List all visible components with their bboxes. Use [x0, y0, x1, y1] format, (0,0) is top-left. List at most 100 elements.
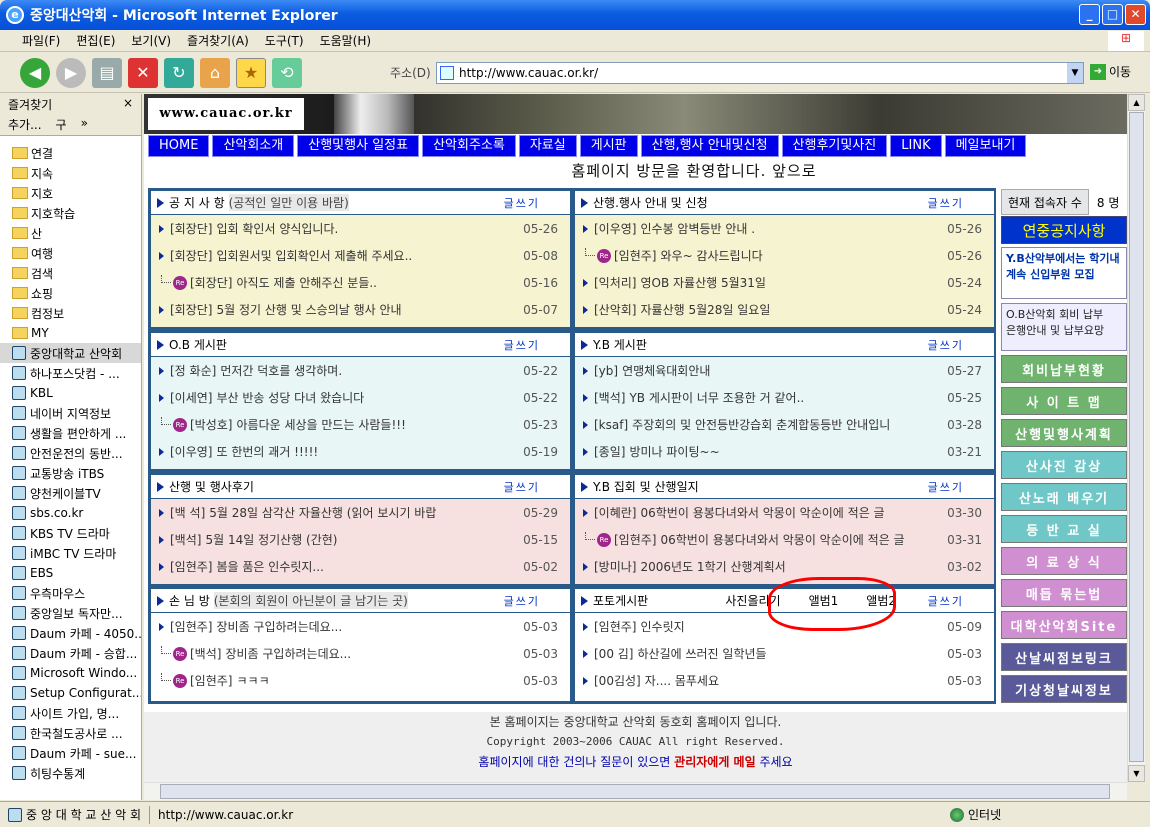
favorites-item[interactable]: 중앙일보 독자만... [0, 603, 141, 623]
row-title[interactable]: 봄을 품은 인수릿지... [216, 558, 323, 575]
board-row[interactable]: [종일] 방미나 파이팅~~ 03-21 [575, 438, 994, 465]
board-title[interactable]: 손 님 방 [169, 592, 210, 609]
favorites-item[interactable]: 안전운전의 동반... [0, 443, 141, 463]
favorites-item[interactable]: 하나포스닷컴 - ... [0, 363, 141, 383]
favorites-item[interactable]: 지속 [0, 163, 141, 183]
row-title[interactable]: 5월 14일 정기산행 (간현) [205, 531, 337, 548]
row-title[interactable]: 2006년도 1학기 산행계획서 [640, 558, 785, 575]
row-title[interactable]: 하산길에 쓰러진 일학년들 [638, 645, 767, 662]
board-title[interactable]: Y.B 게시판 [593, 336, 647, 353]
address-url[interactable]: http://www.cauac.or.kr/ [459, 66, 598, 80]
board-row[interactable]: [백석] 5월 14일 정기산행 (간현) 05-15 [151, 526, 570, 553]
favorites-item[interactable]: 생활을 편안하게 ... [0, 423, 141, 443]
menu-help[interactable]: 도움말(H) [320, 32, 372, 49]
row-title[interactable]: 아직도 제출 안해주신 분들.. [236, 274, 377, 291]
board-row[interactable]: [회장단] 입회 확인서 양식입니다. 05-26 [151, 215, 570, 242]
row-title[interactable]: 영OB 자률산행 5월31일 [640, 274, 766, 291]
side-menu-button[interactable]: 등 반 교 실 [1001, 515, 1127, 543]
stop-icon[interactable]: ✕ [128, 57, 158, 88]
home-icon[interactable]: ⌂ [200, 57, 230, 88]
row-title[interactable]: 입회 확인서 양식입니다. [216, 220, 338, 237]
favorites-item[interactable]: Daum 카페 - 4050... [0, 623, 141, 643]
write-button[interactable]: 글쓰기 [928, 337, 964, 353]
favorites-item[interactable]: 쇼핑 [0, 283, 141, 303]
nav-item[interactable]: HOME [148, 135, 210, 157]
board-row[interactable]: Re [임현주] 06학번이 용봉다녀와서 악몽이 악순이에 적은 글 03-31 [575, 526, 994, 553]
photo-link[interactable]: 앨범1 [809, 592, 839, 609]
board-row[interactable]: Re [회장단] 아직도 제출 안해주신 분들.. 05-16 [151, 269, 570, 296]
row-title[interactable]: ㅋㅋㅋ [236, 672, 269, 689]
side-menu-button[interactable]: 대학산악회Site [1001, 611, 1127, 639]
row-title[interactable]: 06학번이 용봉다녀와서 악몽이 악순이에 적은 글 [660, 531, 904, 548]
favorites-item[interactable]: 연결 [0, 143, 141, 163]
board-title[interactable]: 공 지 사 항 [169, 194, 225, 211]
menu-tools[interactable]: 도구(T) [265, 32, 304, 49]
row-title[interactable]: 06학번이 용봉다녀와서 악몽이 악순이에 적은 글 [640, 504, 884, 521]
row-title[interactable]: 장비좀 구입하려는데요... [225, 645, 351, 662]
favorites-item[interactable]: 우측마우스 [0, 583, 141, 603]
menu-edit[interactable]: 편집(E) [76, 32, 115, 49]
side-menu-button[interactable]: 산사진 감상 [1001, 451, 1127, 479]
row-title[interactable]: 5월 정기 산행 및 스승의날 행사 안내 [216, 301, 401, 318]
annual-notice-banner[interactable]: 연중공지사항 [1001, 216, 1127, 244]
nav-item[interactable]: 산행후기및사진 [781, 135, 888, 157]
close-button[interactable]: ✕ [1125, 4, 1146, 25]
menu-favorites[interactable]: 즐겨찾기(A) [187, 32, 249, 49]
row-title[interactable]: YB 게시판이 너무 조용한 거 같어.. [629, 389, 804, 406]
address-bar[interactable]: http://www.cauac.or.kr/ ▼ [436, 62, 1084, 84]
favorites-add-button[interactable]: 추가... [8, 116, 42, 133]
menu-view[interactable]: 보기(V) [131, 32, 171, 49]
write-button[interactable]: 글쓰기 [928, 479, 964, 495]
board-row[interactable]: [산악회] 자률산행 5월28일 일요일 05-24 [575, 296, 994, 323]
board-row[interactable]: [이세연] 부산 반송 성당 다녀 왔습니다 05-22 [151, 384, 570, 411]
board-row[interactable]: [익처리] 영OB 자률산행 5월31일 05-24 [575, 269, 994, 296]
board-title[interactable]: 포토게시판 [593, 592, 648, 609]
write-button[interactable]: 글쓰기 [504, 479, 540, 495]
board-row[interactable]: [이우영] 인수봉 암벽등반 안내 . 05-26 [575, 215, 994, 242]
horizontal-scroll-thumb[interactable] [160, 784, 1110, 799]
site-url-logo[interactable]: www.cauac.or.kr [148, 98, 304, 130]
favorites-item[interactable]: 네이버 지역정보 [0, 403, 141, 423]
nav-item[interactable]: 산행,행사 안내및신청 [640, 135, 779, 157]
board-row[interactable]: [정 화순] 먼저간 덕호를 생각하며. 05-22 [151, 357, 570, 384]
board-row[interactable]: [이우영] 또 한번의 괘거 !!!!! 05-19 [151, 438, 570, 465]
row-title[interactable]: 자률산행 5월28일 일요일 [640, 301, 770, 318]
nav-item[interactable]: 산악회소개 [212, 135, 295, 157]
write-button[interactable]: 글쓰기 [504, 593, 540, 609]
favorites-item[interactable]: 사이트 가입, 명... [0, 703, 141, 723]
board-row[interactable]: [회장단] 입회원서및 입회확인서 제출해 주세요.. 05-08 [151, 242, 570, 269]
row-title[interactable]: 인수릿지 [640, 618, 684, 635]
favorites-item[interactable]: 히팅수통계 [0, 763, 141, 783]
row-title[interactable]: 방미나 파이팅~~ [629, 443, 719, 460]
row-title[interactable]: 연맹체육대회안내 [622, 362, 710, 379]
favorites-item[interactable]: KBS TV 드라마 [0, 523, 141, 543]
row-title[interactable]: 아름다운 세상을 만드는 사람들!!! [236, 416, 405, 433]
board-title[interactable]: 산행.행사 안내 및 신청 [593, 194, 708, 211]
row-title[interactable]: 자.... 몸푸세요 [645, 672, 719, 689]
go-button[interactable]: ➜ 이동 [1090, 63, 1131, 80]
nav-item[interactable]: 산악회주소록 [422, 135, 516, 157]
row-title[interactable]: 주장회의 및 안전등반강습회 춘계합동등반 안내입니 [632, 416, 890, 433]
favorites-item[interactable]: 지호 [0, 183, 141, 203]
row-title[interactable]: 와우~ 감사드립니다 [660, 247, 762, 264]
row-title[interactable]: 또 한번의 괘거 !!!!! [216, 443, 318, 460]
yb-recruit-box[interactable]: Y.B산악부에서는 학기내 계속 신입부원 모집 [1001, 247, 1127, 299]
favorites-item[interactable]: 중앙대학교 산악회 [0, 343, 141, 363]
favorites-item[interactable]: 지호학습 [0, 203, 141, 223]
favorites-item[interactable]: Setup Configurat... [0, 683, 141, 703]
board-row[interactable]: [00 김] 하산길에 쓰러진 일학년들 05-03 [575, 640, 994, 667]
scroll-down-icon[interactable]: ▼ [1128, 765, 1145, 782]
maximize-button[interactable]: □ [1102, 4, 1123, 25]
horizontal-scrollbar[interactable] [144, 782, 1127, 800]
ob-fee-box[interactable]: O.B산악회 회비 납부 은행안내 및 납부요망 [1001, 303, 1127, 351]
side-menu-button[interactable]: 기상청날씨정보 [1001, 675, 1127, 703]
favorites-item[interactable]: 여행 [0, 243, 141, 263]
favorites-item[interactable]: Microsoft Windo... [0, 663, 141, 683]
board-row[interactable]: [백 석] 5월 28일 삼각산 자율산행 (읽어 보시기 바랍 05-29 [151, 499, 570, 526]
favorites-item[interactable]: 산 [0, 223, 141, 243]
vertical-scrollbar[interactable]: ▲ ▼ [1127, 94, 1145, 782]
row-title[interactable]: 입회원서및 입회확인서 제출해 주세요.. [216, 247, 412, 264]
admin-mail-link[interactable]: 관리자에게 메일 [674, 755, 755, 769]
favorites-item[interactable]: MY [0, 323, 141, 343]
favorites-item[interactable]: 검색 [0, 263, 141, 283]
